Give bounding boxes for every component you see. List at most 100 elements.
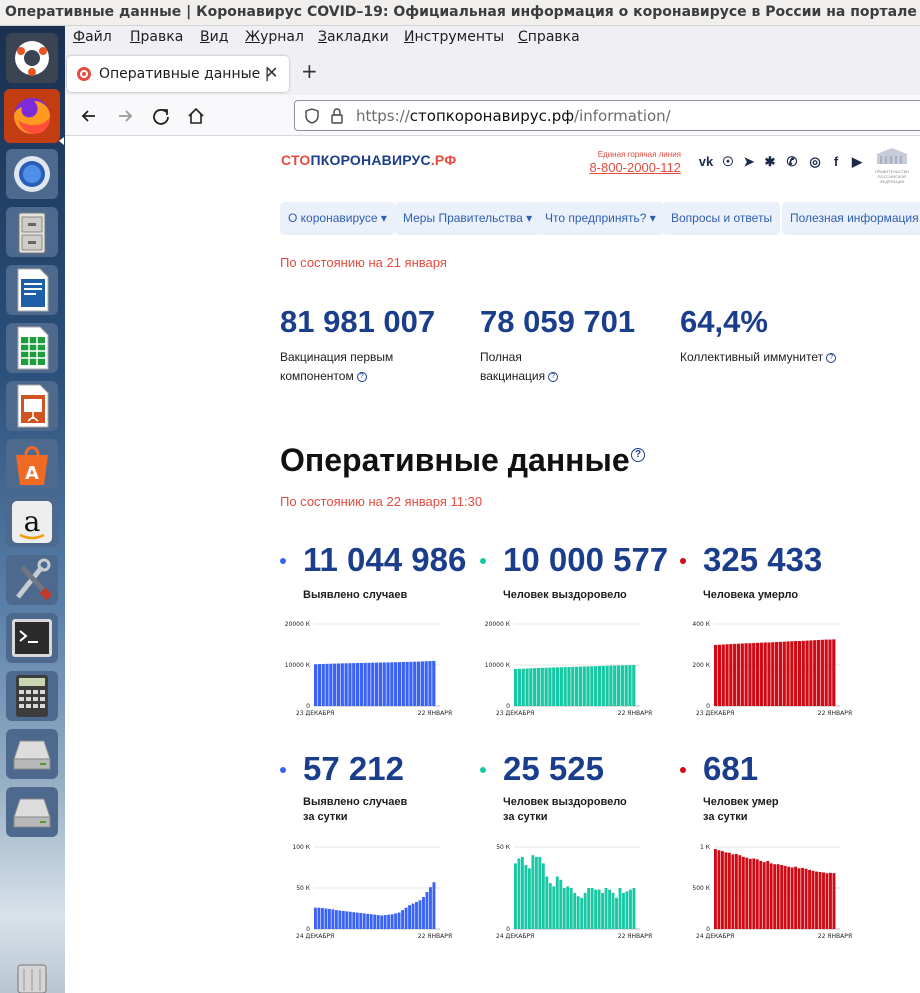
menu-view[interactable]: Вид — [200, 29, 228, 45]
nav-useful-info[interactable]: Полезная информация ▾ — [782, 202, 920, 235]
nav-faq[interactable]: Вопросы и ответы — [663, 202, 781, 235]
bar — [340, 663, 344, 706]
odnoklassniki-icon[interactable]: ✱ — [762, 154, 778, 170]
menu-help[interactable]: Справка — [518, 29, 580, 45]
bar — [615, 897, 618, 929]
trash-icon[interactable] — [4, 961, 60, 993]
nav-what-to-do[interactable]: Что предпринять? ▾ — [537, 202, 664, 235]
new-tab-button[interactable]: + — [301, 59, 318, 83]
bar — [587, 888, 591, 929]
reload-button[interactable] — [148, 103, 174, 129]
total-deaths-label: Человека умерло — [703, 589, 799, 601]
tab-active[interactable]: Оперативные данные | Коронавирус ✕ — [67, 56, 289, 92]
menu-file[interactable]: Файл — [73, 29, 112, 45]
bar — [611, 892, 615, 929]
bar — [752, 643, 756, 706]
bar — [536, 667, 541, 706]
disk-drive-icon[interactable] — [4, 727, 60, 781]
bar — [794, 866, 798, 929]
help-icon[interactable]: ? — [631, 448, 645, 462]
government-emblem[interactable]: ПРАВИТЕЛЬСТВО РОССИЙСКОЙ ФЕДЕРАЦИИ — [873, 146, 911, 184]
file-cabinet-icon[interactable] — [4, 205, 60, 259]
close-tab-icon[interactable]: ✕ — [265, 63, 278, 82]
back-button[interactable] — [76, 103, 102, 129]
collective-immunity-label: Коллективный иммунитет? — [680, 348, 837, 367]
shield-icon[interactable] — [304, 108, 320, 124]
url-bar[interactable]: https://стопкоронавирус.рф/information/ — [294, 100, 920, 131]
bar — [416, 661, 421, 706]
calculator-icon[interactable] — [4, 669, 60, 723]
nav-about-virus[interactable]: О коронавирусе ▾ — [280, 202, 395, 235]
total-recovered-label: Человек выздоровело — [503, 589, 627, 601]
firefox-icon[interactable] — [4, 89, 60, 143]
menu-edit[interactable]: Правка — [130, 29, 183, 45]
vk-icon[interactable]: vk — [698, 154, 714, 170]
nav-government-measures[interactable]: Меры Правительства ▾ — [395, 202, 541, 235]
bar — [401, 910, 405, 929]
y-tick-label: 100 К — [292, 844, 310, 851]
terminal-icon[interactable] — [4, 611, 60, 665]
bar — [418, 900, 422, 929]
home-button[interactable] — [183, 103, 209, 129]
help-icon[interactable]: ? — [826, 352, 837, 363]
bar — [583, 892, 587, 929]
bar — [721, 644, 725, 706]
bar — [555, 667, 560, 706]
ubuntu-software-icon[interactable]: A — [4, 437, 60, 491]
daily-deaths-value: 681 — [703, 750, 759, 787]
help-icon[interactable]: ? — [356, 371, 367, 382]
series-dot-teal — [480, 767, 486, 773]
hotline-phone-link[interactable]: 8-800-2000-112 — [577, 160, 681, 175]
bar — [632, 888, 636, 929]
viber-icon[interactable]: ✆ — [784, 154, 800, 170]
hotline: Единая горячая линия 8-800-2000-112 — [577, 150, 681, 175]
bar — [514, 668, 518, 706]
ok-icon[interactable]: ☉ — [720, 154, 736, 170]
system-settings-icon[interactable] — [4, 553, 60, 607]
daily-cases-label: Выявлено случаев за сутки — [303, 795, 407, 825]
forward-button[interactable] — [112, 103, 138, 129]
y-tick-label: 10000 К — [285, 662, 311, 669]
bar — [520, 856, 524, 929]
ubuntu-dash-icon[interactable] — [4, 31, 60, 85]
telegram-icon[interactable]: ➤ — [741, 154, 757, 170]
youtube-icon[interactable]: ▶ — [849, 154, 865, 170]
bar — [321, 663, 325, 706]
instagram-icon[interactable]: ◎ — [807, 154, 823, 170]
help-icon[interactable]: ? — [548, 371, 559, 382]
bar — [736, 643, 741, 706]
label-line: вакцинация — [480, 369, 546, 383]
bar — [783, 865, 787, 929]
site-logo[interactable]: СТОПКОРОНАВИРУС.РФ — [281, 152, 456, 168]
menu-bookmarks[interactable]: Закладки — [318, 29, 389, 45]
libreoffice-writer-icon[interactable] — [4, 263, 60, 317]
facebook-icon[interactable]: f — [828, 154, 844, 170]
government-label: ПРАВИТЕЛЬСТВО РОССИЙСКОЙ ФЕДЕРАЦИИ — [874, 169, 910, 184]
menu-bar: Файл Правка Вид Журнал Закладки Инструме… — [65, 26, 920, 51]
bar — [763, 642, 767, 706]
bar — [366, 913, 370, 929]
disk-drive-icon[interactable] — [4, 785, 60, 839]
bar — [582, 666, 586, 706]
menu-tools[interactable]: Инструменты — [404, 29, 504, 45]
bar — [604, 888, 608, 929]
bar — [787, 866, 791, 929]
x-tick-label: 24 ДЕКАБРЯ — [296, 933, 334, 940]
menu-history[interactable]: Журнал — [245, 29, 304, 45]
chromium-icon[interactable] — [4, 147, 60, 201]
bar — [538, 856, 542, 929]
amazon-icon[interactable]: a — [4, 495, 60, 549]
bar — [371, 662, 375, 706]
window-titlebar: Оперативные данные | Коронавирус COVID–1… — [0, 0, 920, 26]
libreoffice-impress-icon[interactable] — [4, 379, 60, 433]
vaccination-full-value: 78 059 701 — [480, 304, 636, 339]
bar — [797, 641, 802, 706]
label-line: Полная — [480, 350, 522, 364]
libreoffice-calc-icon[interactable] — [4, 321, 60, 375]
lock-icon[interactable] — [330, 108, 344, 124]
bar — [752, 858, 756, 929]
bar — [422, 897, 425, 929]
url-text: https://стопкоронавирус.рф/information/ — [356, 107, 671, 125]
bar — [714, 849, 717, 929]
bar — [317, 907, 321, 929]
